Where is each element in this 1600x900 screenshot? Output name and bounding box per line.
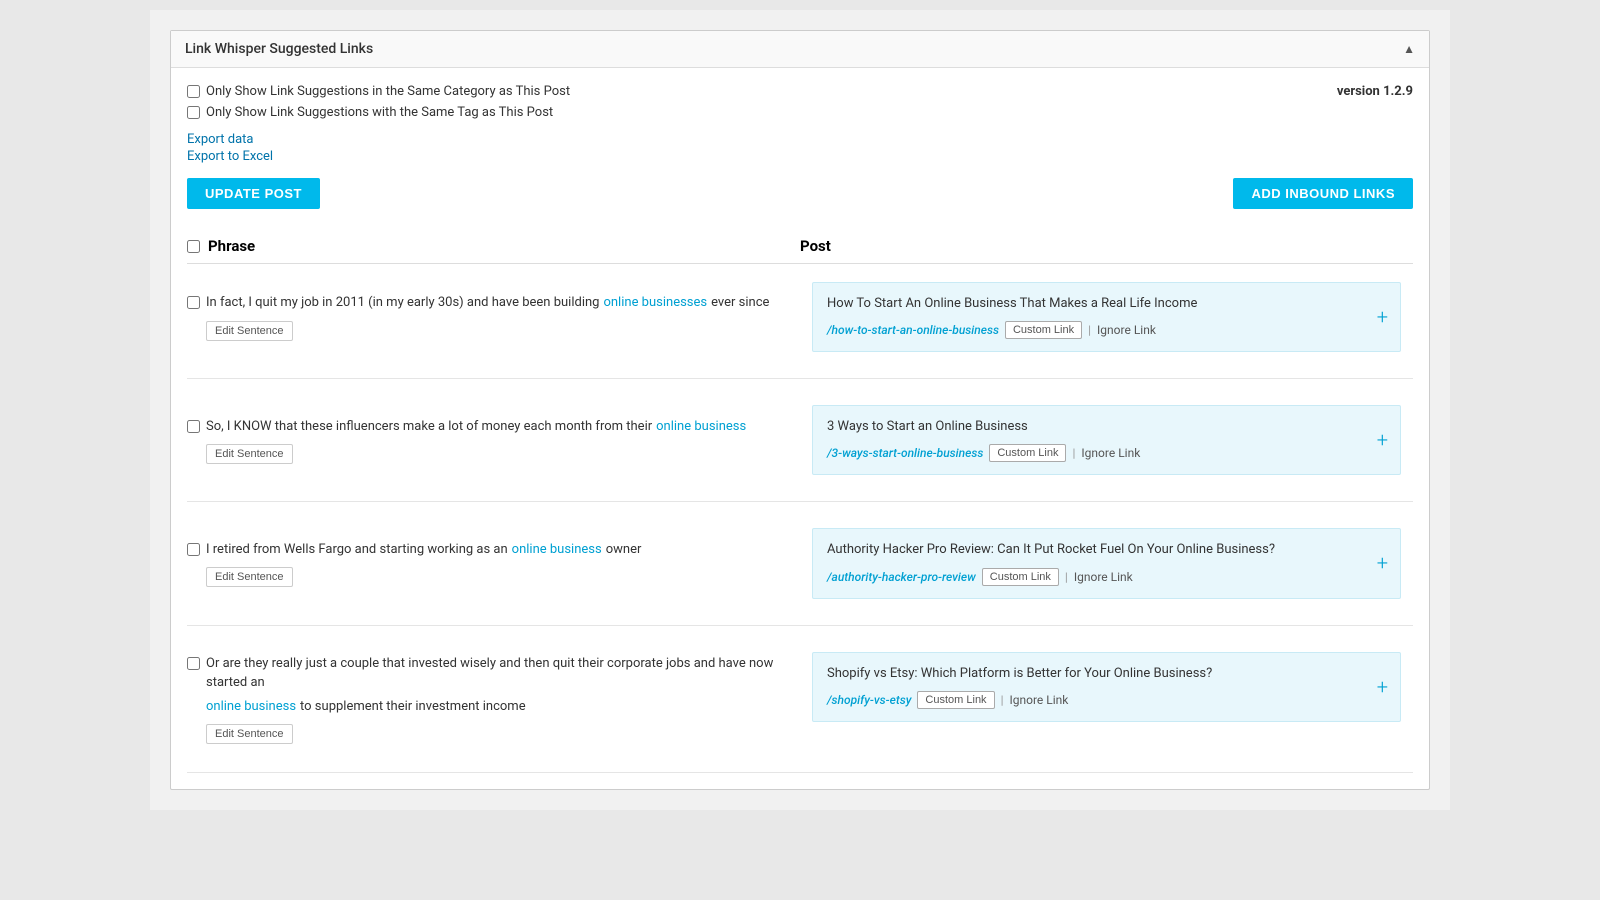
plus-button-3[interactable]: + [1377,677,1388,697]
export-data-link[interactable]: Export data [187,132,1413,147]
export-excel-link[interactable]: Export to Excel [187,149,1413,164]
post-card-1: 3 Ways to Start an Online Business /3-wa… [812,405,1401,475]
custom-link-button-3[interactable]: Custom Link [917,691,994,709]
export-links: Export data Export to Excel [187,132,1413,164]
ignore-link-3[interactable]: Ignore Link [1010,693,1069,707]
post-url-2: /authority-hacker-pro-review [827,570,976,584]
checkboxes-col: Only Show Link Suggestions in the Same C… [187,84,570,120]
checkbox1-label[interactable]: Only Show Link Suggestions in the Same C… [187,84,570,99]
checkbox2[interactable] [187,106,200,119]
post-col-1: 3 Ways to Start an Online Business /3-wa… [800,395,1413,485]
action-bar: UPDATE POST ADD INBOUND LINKS [187,178,1413,209]
custom-link-button-1[interactable]: Custom Link [989,444,1066,462]
phrase-checkbox-0[interactable] [187,296,200,309]
edit-sentence-button-0[interactable]: Edit Sentence [206,321,293,341]
post-url-row-1: /3-ways-start-online-business Custom Lin… [827,444,1386,462]
post-col-3: Shopify vs Etsy: Which Platform is Bette… [800,642,1413,757]
post-col-2: Authority Hacker Pro Review: Can It Put … [800,518,1413,608]
edit-sentence-button-1[interactable]: Edit Sentence [206,444,293,464]
phrase-col-3: Or are they really just a couple that in… [187,642,800,757]
phrase-text-2: I retired from Wells Fargo and starting … [206,540,784,560]
separator-0: | [1088,323,1091,337]
phrase-checkbox-3[interactable] [187,657,200,670]
rows-container: In fact, I quit my job in 2011 (in my ea… [187,272,1413,773]
plus-button-0[interactable]: + [1377,307,1388,327]
phrase-link-1[interactable]: online business [656,417,746,437]
widget-header: Link Whisper Suggested Links ▲ [171,31,1429,68]
phrase-checkbox-1[interactable] [187,420,200,433]
plus-button-1[interactable]: + [1377,430,1388,450]
phrase-content-3: Or are they really just a couple that in… [206,654,784,745]
ignore-link-1[interactable]: Ignore Link [1081,446,1140,460]
post-url-row-0: /how-to-start-an-online-business Custom … [827,321,1386,339]
post-col-0: How To Start An Online Business That Mak… [800,272,1413,362]
post-url-row-2: /authority-hacker-pro-review Custom Link… [827,568,1386,586]
table-row: Or are they really just a couple that in… [187,642,1413,774]
plus-button-2[interactable]: + [1377,553,1388,573]
phrase-link-2[interactable]: online business [512,540,602,560]
edit-sentence-button-2[interactable]: Edit Sentence [206,567,293,587]
table-row: So, I KNOW that these influencers make a… [187,395,1413,502]
post-url-1: /3-ways-start-online-business [827,446,983,460]
post-url-3: /shopify-vs-etsy [827,693,911,707]
phrase-col-0: In fact, I quit my job in 2011 (in my ea… [187,272,800,362]
separator-1: | [1072,446,1075,460]
post-title-2: Authority Hacker Pro Review: Can It Put … [827,541,1386,559]
custom-link-button-2[interactable]: Custom Link [982,568,1059,586]
checkbox2-label[interactable]: Only Show Link Suggestions with the Same… [187,105,570,120]
edit-sentence-button-3[interactable]: Edit Sentence [206,724,293,744]
widget-title: Link Whisper Suggested Links [185,41,373,57]
phrase-content-1: So, I KNOW that these influencers make a… [206,417,784,465]
custom-link-button-0[interactable]: Custom Link [1005,321,1082,339]
separator-3: | [1001,693,1004,707]
checkbox1[interactable] [187,85,200,98]
widget-toggle[interactable]: ▲ [1403,42,1415,56]
post-title-1: 3 Ways to Start an Online Business [827,418,1386,436]
phrase-checkbox-2[interactable] [187,543,200,556]
post-card-3: Shopify vs Etsy: Which Platform is Bette… [812,652,1401,722]
version-display: version 1.2.9 [1337,84,1413,99]
phrase-link-0[interactable]: online businesses [603,293,707,313]
post-card-0: How To Start An Online Business That Mak… [812,282,1401,352]
separator-2: | [1065,570,1068,584]
add-inbound-links-button[interactable]: ADD INBOUND LINKS [1233,178,1413,209]
options-row: Only Show Link Suggestions in the Same C… [187,84,1413,120]
table-header: Phrase Post [187,229,1413,264]
post-card-2: Authority Hacker Pro Review: Can It Put … [812,528,1401,598]
phrase-link-3[interactable]: online business [206,697,296,717]
table-row: I retired from Wells Fargo and starting … [187,518,1413,625]
ignore-link-2[interactable]: Ignore Link [1074,570,1133,584]
phrase-col-1: So, I KNOW that these influencers make a… [187,395,800,485]
post-url-0: /how-to-start-an-online-business [827,323,999,337]
post-url-row-3: /shopify-vs-etsy Custom Link | Ignore Li… [827,691,1386,709]
phrase-col-2: I retired from Wells Fargo and starting … [187,518,800,608]
ignore-link-0[interactable]: Ignore Link [1097,323,1156,337]
table-row: In fact, I quit my job in 2011 (in my ea… [187,272,1413,379]
phrase-header: Phrase [187,237,800,255]
post-header: Post [800,237,1413,255]
phrase-content-0: In fact, I quit my job in 2011 (in my ea… [206,293,784,341]
post-title-0: How To Start An Online Business That Mak… [827,295,1386,313]
update-post-button[interactable]: UPDATE POST [187,178,320,209]
header-checkbox[interactable] [187,240,200,253]
phrase-text-3: Or are they really just a couple that in… [206,654,784,717]
post-title-3: Shopify vs Etsy: Which Platform is Bette… [827,665,1386,683]
phrase-content-2: I retired from Wells Fargo and starting … [206,540,784,588]
phrase-text-0: In fact, I quit my job in 2011 (in my ea… [206,293,784,313]
phrase-text-1: So, I KNOW that these influencers make a… [206,417,784,437]
